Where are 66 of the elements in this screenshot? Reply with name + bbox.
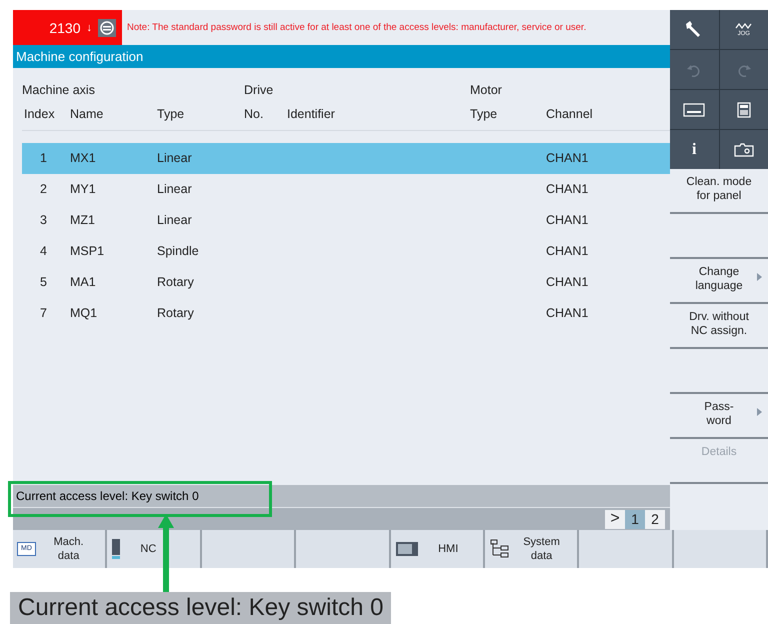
monitor-icon bbox=[396, 542, 418, 556]
table-cell-text: 1 bbox=[39, 150, 48, 167]
table-row[interactable]: 2 MY1 Linear CHAN1 bbox=[22, 174, 670, 205]
table-cell-text: 5 bbox=[39, 274, 48, 291]
table-cell-text: 3 bbox=[39, 212, 48, 229]
column-header: Identifier bbox=[287, 107, 335, 121]
window-title: Machine configuration bbox=[13, 45, 670, 68]
keyboard-button[interactable] bbox=[670, 90, 718, 129]
undo-icon bbox=[686, 62, 702, 76]
table-row[interactable]: 3 MZ1 Linear CHAN1 bbox=[22, 205, 670, 236]
table-row[interactable]: 1 MX1 Linear CHAN1 bbox=[22, 143, 670, 174]
alarm-number: 2130 bbox=[49, 20, 80, 36]
table-cell-text: CHAN1 bbox=[546, 150, 590, 167]
table-cell-text: Rotary bbox=[157, 274, 195, 291]
table-cell-text: MA1 bbox=[70, 274, 97, 291]
next-page-button[interactable]: > bbox=[605, 510, 625, 528]
table-cell-text: 2 bbox=[39, 181, 48, 198]
page-button[interactable]: 2 bbox=[645, 510, 665, 528]
table-cell-text: MSP1 bbox=[70, 243, 106, 260]
table-cell-text: Linear bbox=[157, 181, 193, 198]
table-row[interactable]: 7 MQ1 Rotary CHAN1 bbox=[22, 298, 670, 329]
alarm-box[interactable]: 2130 ↓ bbox=[13, 10, 122, 45]
submenu-arrow-icon bbox=[757, 273, 762, 281]
info-button[interactable]: i bbox=[670, 130, 718, 169]
table-cell-text: CHAN1 bbox=[546, 305, 590, 322]
group-header: Drive bbox=[244, 82, 274, 99]
table-row[interactable]: 4 MSP1 Spindle CHAN1 bbox=[22, 236, 670, 267]
page-button[interactable]: 1 bbox=[625, 510, 645, 528]
table-cell-text: CHAN1 bbox=[546, 243, 590, 260]
redo-icon bbox=[736, 62, 752, 76]
tree-icon bbox=[490, 539, 510, 559]
column-header: Type bbox=[470, 107, 498, 121]
column-header: Type bbox=[157, 107, 184, 121]
table-cell-text: MZ1 bbox=[70, 212, 96, 229]
table-row[interactable]: 5 MA1 Rotary CHAN1 bbox=[22, 267, 670, 298]
table-cell-text: MQ1 bbox=[70, 305, 98, 322]
table-cell-text: Linear bbox=[157, 212, 193, 229]
column-header: Name bbox=[70, 107, 104, 121]
table-cell-text: MX1 bbox=[70, 150, 97, 167]
arrow-icon bbox=[158, 514, 174, 594]
table-cell-text: CHAN1 bbox=[546, 212, 590, 229]
table-cell-text: 7 bbox=[39, 305, 48, 322]
table-cell-text: Linear bbox=[157, 150, 193, 167]
alarm-message: Note: The standard password is still active for at least one of the access levels: manufacturer, service or user. bbox=[126, 22, 586, 33]
column-header: No. bbox=[244, 107, 264, 121]
camera-button[interactable] bbox=[720, 130, 768, 169]
wrench-button[interactable] bbox=[670, 10, 718, 49]
column-header: Index bbox=[24, 107, 55, 121]
callout-label: Current access level: Key switch 0 bbox=[10, 592, 392, 624]
calculator-button[interactable] bbox=[720, 90, 768, 129]
table-cell-text: CHAN1 bbox=[546, 274, 590, 291]
jog-icon bbox=[734, 22, 753, 30]
table-cell-text: Rotary bbox=[157, 305, 195, 322]
column-header: Channel bbox=[546, 107, 593, 121]
submenu-arrow-icon bbox=[757, 408, 762, 416]
table-cell-text: 4 bbox=[39, 243, 48, 260]
table-cell-text: MY1 bbox=[70, 181, 97, 198]
keyboard-icon bbox=[683, 102, 706, 116]
table-cell-text: CHAN1 bbox=[546, 181, 590, 198]
arrow-symbol: ↓ bbox=[86, 22, 92, 34]
calculator-icon bbox=[736, 102, 751, 118]
table-cell-text: Spindle bbox=[157, 243, 200, 260]
group-header: Motor bbox=[470, 82, 502, 99]
status-bar: Current access level: Key switch 0 bbox=[13, 485, 670, 508]
group-header: Machine axis bbox=[22, 82, 95, 99]
camera-icon bbox=[734, 142, 754, 156]
